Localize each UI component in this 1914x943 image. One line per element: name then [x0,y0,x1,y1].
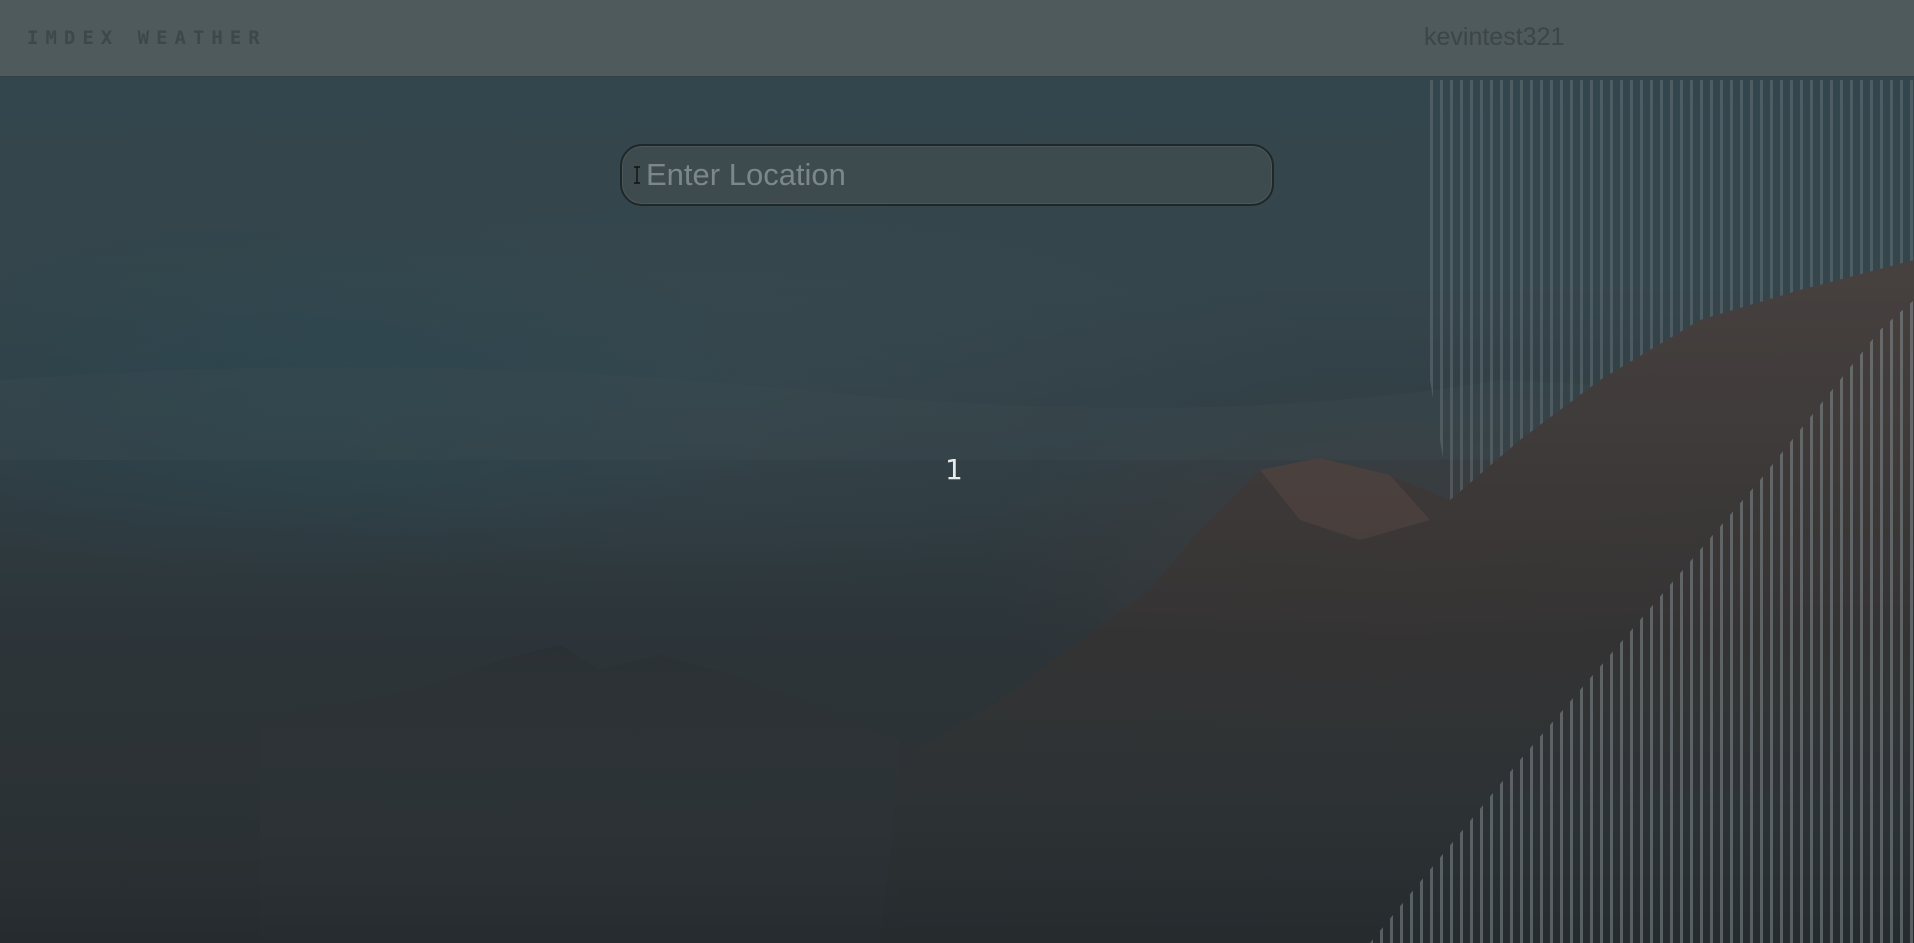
location-search-box[interactable] [620,144,1274,206]
page-number: 1 [945,453,963,486]
weather-page: IMDEX WEATHER kevintest321 1 [0,0,1914,943]
top-bar: IMDEX WEATHER kevintest321 [0,0,1914,77]
username-label[interactable]: kevintest321 [1424,23,1564,52]
brand-logo[interactable]: IMDEX WEATHER [27,27,267,49]
text-cursor-icon [634,166,640,184]
location-search-input[interactable] [646,146,1266,204]
